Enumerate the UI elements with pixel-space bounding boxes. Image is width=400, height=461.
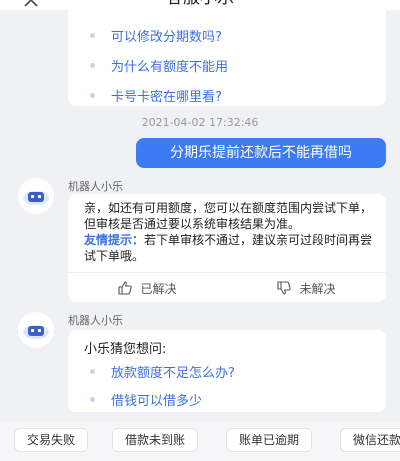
bullet-icon	[90, 63, 95, 68]
quick-reply-chip[interactable]: 借款未到账	[112, 428, 199, 452]
page-title: 客服小乐	[0, 0, 400, 8]
quick-reply-chip[interactable]: 微信还款	[340, 428, 400, 452]
bullet-icon	[90, 397, 95, 402]
feedback-bar: 已解决 未解决	[68, 272, 386, 303]
faq-card: 可以修改分期数吗? 为什么有额度不能用 卡号卡密在哪里看?	[68, 10, 386, 106]
bot-name: 机器人小乐	[68, 314, 123, 327]
quick-reply-chip[interactable]: 交易失败	[14, 428, 89, 452]
unresolved-button[interactable]: 未解决	[227, 273, 386, 303]
guess-title: 小乐猜您想问:	[84, 342, 167, 357]
faq-item[interactable]: 卡号卡密在哪里看?	[90, 86, 222, 105]
answer-text: 亲，如还有可用额度，您可以在额度范围内尝试下单，但审核是否通过要以系统审核结果为…	[84, 201, 373, 231]
faq-item-label: 卡号卡密在哪里看?	[111, 90, 222, 105]
bullet-icon	[90, 93, 95, 98]
bot-name: 机器人小乐	[68, 180, 123, 193]
faq-item-label: 为什么有额度不能用	[111, 60, 229, 75]
user-message-bubble: 分期乐提前还款后不能再借吗	[136, 138, 386, 168]
thumbs-up-icon	[118, 281, 133, 295]
robot-icon	[23, 325, 49, 339]
guess-item-label: 借钱可以借多少	[111, 394, 203, 409]
bullet-icon	[90, 33, 95, 38]
header: 客服小乐	[0, 0, 400, 10]
guess-card: 小乐猜您想问: 放款额度不足怎么办? 借钱可以借多少	[68, 330, 386, 412]
tip-label: 友情提示：	[84, 233, 145, 247]
resolved-button[interactable]: 已解决	[68, 273, 227, 303]
faq-item[interactable]: 为什么有额度不能用	[90, 56, 228, 75]
thumbs-down-icon	[277, 281, 292, 295]
unresolved-label: 未解决	[299, 281, 336, 296]
guess-item-label: 放款额度不足怎么办?	[111, 366, 235, 381]
answer-card: 亲，如还有可用额度，您可以在额度范围内尝试下单，但审核是否通过要以系统审核结果为…	[68, 194, 386, 302]
answer-body: 亲，如还有可用额度，您可以在额度范围内尝试下单，但审核是否通过要以系统审核结果为…	[84, 200, 374, 264]
bot-avatar	[18, 312, 54, 348]
message-timestamp: 2021-04-02 17:32:46	[141, 116, 259, 129]
bot-avatar	[18, 178, 54, 214]
bullet-icon	[90, 369, 95, 374]
resolved-label: 已解决	[140, 281, 177, 296]
quick-reply-bar: 交易失败 借款未到账 账单已逾期 微信还款	[0, 422, 400, 461]
quick-reply-chip[interactable]: 账单已逾期	[226, 428, 313, 452]
faq-item[interactable]: 可以修改分期数吗?	[90, 26, 222, 45]
guess-item[interactable]: 放款额度不足怎么办?	[90, 362, 235, 381]
robot-icon	[23, 191, 49, 205]
guess-item[interactable]: 借钱可以借多少	[90, 390, 202, 409]
faq-item-label: 可以修改分期数吗?	[111, 30, 222, 45]
